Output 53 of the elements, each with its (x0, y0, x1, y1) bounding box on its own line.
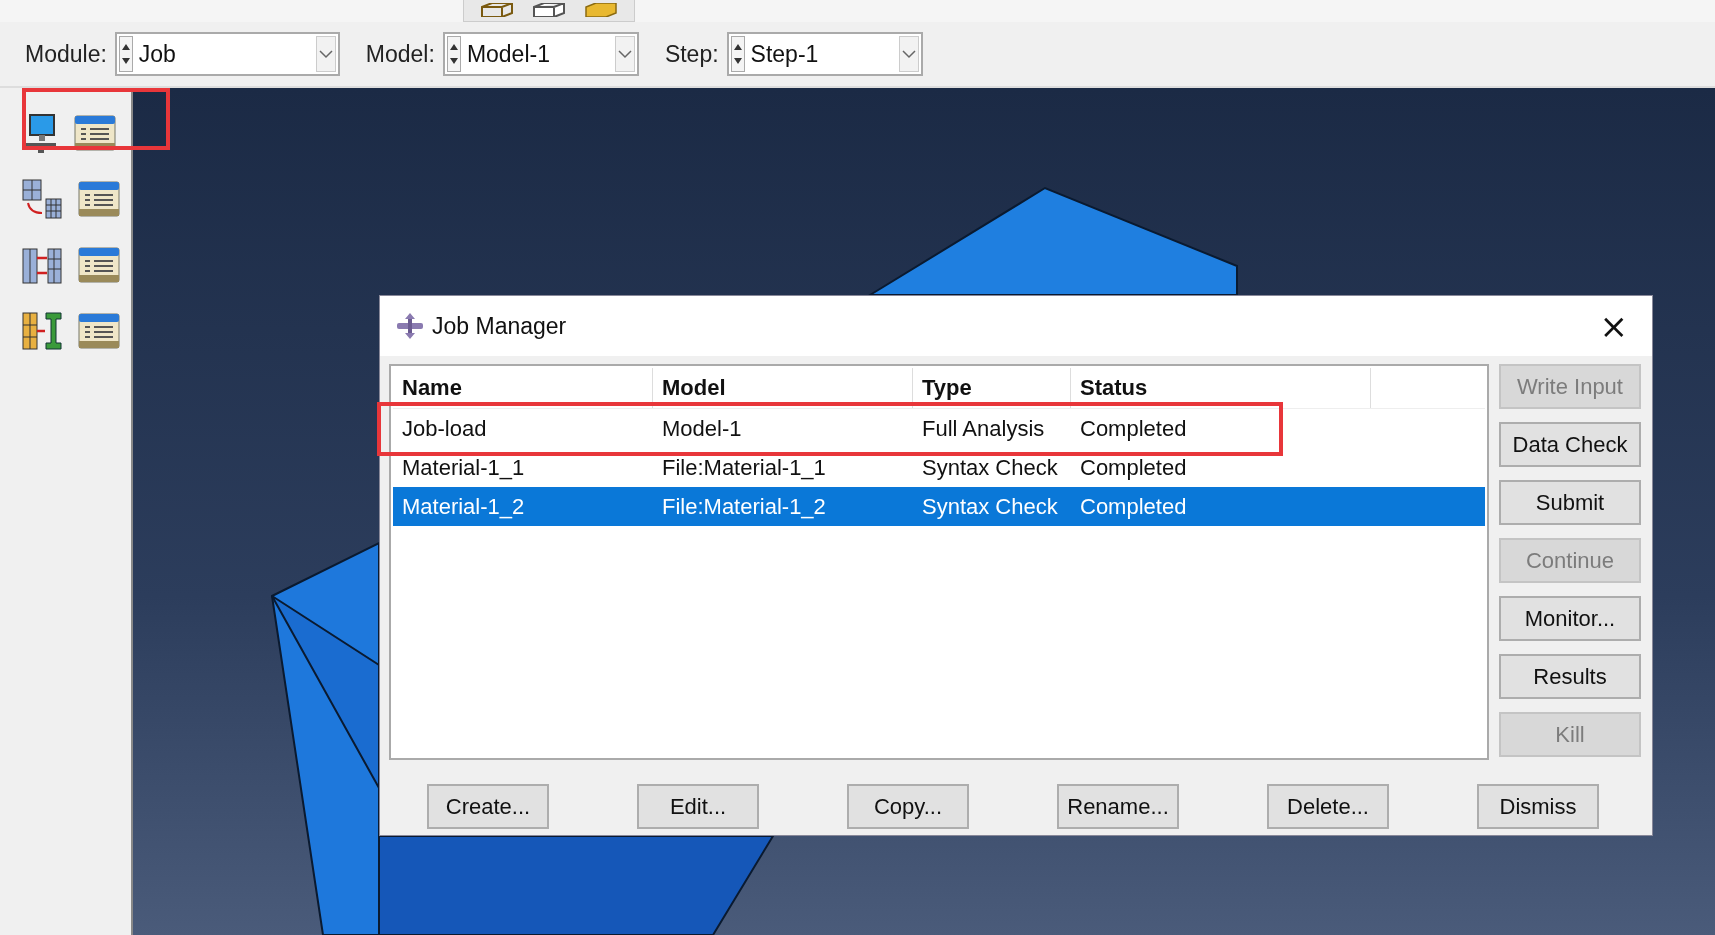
job-row[interactable]: Material-1_2 File:Material-1_2 Syntax Check Completed (393, 487, 1485, 526)
table-cell-text: Material-1_2 (401, 493, 526, 520)
solid-cube-icon[interactable] (582, 3, 620, 17)
close-button[interactable]: × (1589, 309, 1638, 343)
mesh-transfer-icon[interactable] (22, 179, 62, 219)
table-cell-text: File:Material-1_1 (661, 454, 827, 481)
column-header[interactable]: Name (393, 368, 653, 408)
table-cell-text: Syntax Check (921, 454, 1059, 481)
selector-label: Module: (25, 40, 107, 68)
table-cell-text: Syntax Check (921, 493, 1059, 520)
job-row[interactable]: Material-1_1 File:Material-1_1 Syntax Check Completed (393, 448, 1485, 487)
manager-window-icon[interactable] (78, 181, 120, 217)
column-header[interactable]: Model (653, 368, 913, 408)
table-cell-text: Job-load (401, 415, 488, 442)
action-button[interactable]: Copy... (847, 784, 969, 829)
spinner-icon (118, 36, 133, 72)
dropdown[interactable]: Model-1 (442, 32, 639, 76)
column-header[interactable]: Status (1071, 368, 1371, 408)
action-button[interactable]: Results (1499, 654, 1641, 699)
dropdown[interactable]: Step-1 (726, 32, 923, 76)
table-cell-text: Completed (1079, 454, 1188, 481)
cube-outline-icon[interactable] (530, 3, 568, 17)
manager-window-icon[interactable] (78, 313, 120, 349)
job-row[interactable]: Job-load Model-1 Full Analysis Completed (393, 409, 1485, 448)
table-cell-text: Full Analysis (921, 415, 1046, 442)
column-header[interactable]: Type (913, 368, 1071, 408)
spinner-icon (730, 36, 745, 72)
dropdown[interactable]: Job (114, 32, 340, 76)
table-cell-text: Model-1 (661, 415, 743, 442)
table-cell-text: Material-1_1 (401, 454, 526, 481)
caret-icon (315, 36, 336, 72)
selector-label: Step: (664, 40, 719, 68)
action-button[interactable]: Submit (1499, 480, 1641, 525)
action-button[interactable]: Dismiss (1477, 784, 1599, 829)
selector-label: Model: (365, 40, 435, 68)
beam-section-icon[interactable] (22, 311, 62, 351)
caret-icon (614, 36, 635, 72)
wireframe-cube-icon[interactable] (478, 3, 516, 17)
action-button[interactable]: Monitor... (1499, 596, 1641, 641)
table-cell-text: File:Material-1_2 (661, 493, 827, 520)
manager-window-icon[interactable] (78, 247, 120, 283)
action-button[interactable]: Create... (427, 784, 549, 829)
action-button[interactable]: Rename... (1057, 784, 1179, 829)
table-cell-text: Completed (1079, 493, 1188, 520)
spinner-icon (446, 36, 461, 72)
spool-icon (396, 312, 424, 340)
action-button[interactable]: Delete... (1267, 784, 1389, 829)
action-button[interactable]: Edit... (637, 784, 759, 829)
mesh-swap-icon[interactable] (22, 245, 62, 285)
table-cell-text: Completed (1079, 415, 1188, 442)
dialog-title: Job Manager (432, 312, 568, 340)
action-button[interactable]: Data Check (1499, 422, 1641, 467)
caret-icon (898, 36, 919, 72)
